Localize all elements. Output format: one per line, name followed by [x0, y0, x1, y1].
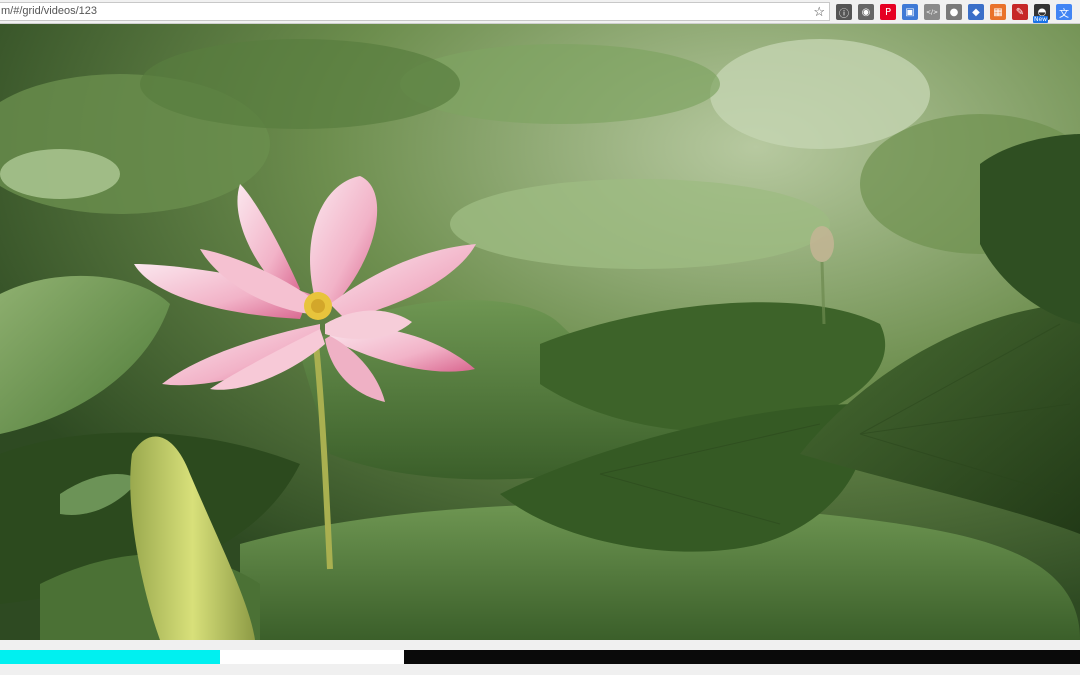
extension-toolbar: ⓘ ◉ P ▣ </> ● ◆ ▦ ✎ ◓ New 文: [836, 3, 1072, 23]
video-player[interactable]: [0, 24, 1080, 640]
video-controls: [0, 640, 1080, 675]
code-view-icon[interactable]: </>: [924, 4, 940, 20]
url-text: m/#/grid/videos/123: [1, 5, 97, 17]
star-icon[interactable]: ☆: [813, 4, 825, 19]
camera-icon[interactable]: ◉: [858, 4, 874, 20]
video-frame-lotus-flower: [0, 24, 1080, 640]
screen-capture-icon[interactable]: ▣: [902, 4, 918, 20]
progress-track[interactable]: [0, 650, 1080, 664]
pdf-icon[interactable]: ✎: [1012, 4, 1028, 20]
browser-toolbar: m/#/grid/videos/123 ☆ ⓘ ◉ P ▣ </> ● ◆ ▦ ✎ ◓ New 文: [0, 0, 1080, 24]
progress-played: [0, 650, 221, 664]
info-icon[interactable]: ⓘ: [836, 4, 852, 20]
translate-icon[interactable]: 文: [1056, 4, 1072, 20]
pinterest-icon[interactable]: P: [880, 4, 896, 20]
new-badge: New: [1033, 16, 1049, 23]
gear-icon[interactable]: ●: [946, 4, 962, 20]
address-bar[interactable]: m/#/grid/videos/123 ☆: [0, 2, 830, 21]
image-icon[interactable]: ▦: [990, 4, 1006, 20]
user-icon[interactable]: ◆: [968, 4, 984, 20]
new-extension-icon[interactable]: ◓ New: [1033, 4, 1050, 23]
